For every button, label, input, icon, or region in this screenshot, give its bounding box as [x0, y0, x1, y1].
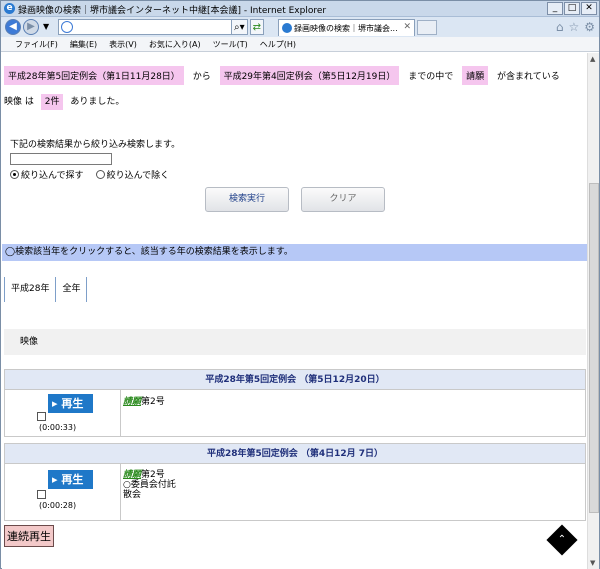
- maximize-button[interactable]: □: [564, 2, 580, 15]
- refine-exclude-option[interactable]: 絞り込んで除く: [95, 168, 170, 181]
- search-icon[interactable]: ⌕▾: [231, 19, 248, 35]
- menu-help[interactable]: ヘルプ(H): [260, 37, 296, 51]
- keyword-link[interactable]: 請願: [123, 470, 141, 480]
- play-button[interactable]: ▸ 再生: [48, 394, 93, 413]
- window-title: 録画映像の検索｜堺市議会インターネット中継[本会議] - Internet Ex…: [18, 6, 327, 16]
- execute-search-button[interactable]: 検索実行: [205, 187, 289, 212]
- refresh-icon[interactable]: ⇄: [249, 19, 265, 35]
- page-content: 平成28年第5回定例会（第1日11月28日） から 平成29年第4回定例会（第5…: [2, 53, 587, 569]
- address-row: ◀ ▶ ▼ ⌕▾ ⇄ 録画映像の検索｜堺市議会... ✕ ⌂ ☆ ⚙: [1, 17, 599, 37]
- tab-label: 録画映像の検索｜堺市議会...: [294, 24, 398, 33]
- to-meeting: 平成29年第4回定例会（第5日12月19日）: [219, 66, 400, 85]
- result-title: 平成28年第5回定例会 （第4日12月 7日）: [5, 444, 585, 464]
- refine-include-label: 絞り込んで探す: [21, 171, 84, 181]
- continuous-play-button[interactable]: 連続再生: [4, 525, 54, 547]
- tab-page-icon: [282, 23, 292, 33]
- from-meeting: 平成28年第5回定例会（第1日11月28日）: [4, 66, 184, 85]
- vertical-scrollbar[interactable]: ▲ ▼: [587, 53, 599, 569]
- found-text: ありました。: [70, 97, 125, 107]
- result-row: 平成28年第5回定例会 （第4日12月 7日） ▸ 再生 (0:00:28) 請…: [4, 443, 586, 521]
- result-detail: 請願第2号 ○委員会付託 散会: [123, 470, 176, 500]
- tab-close-icon[interactable]: ✕: [403, 22, 411, 32]
- back-icon[interactable]: ◀: [5, 19, 21, 35]
- new-tab-button[interactable]: [417, 20, 437, 35]
- browser-window: e 録画映像の検索｜堺市議会インターネット中継[本会議] - Internet …: [0, 0, 600, 569]
- year-tabs: 平成28年 全年: [4, 277, 88, 302]
- refine-label: 下記の検索結果から絞り込み検索します。: [10, 140, 181, 150]
- page-icon: [61, 21, 73, 33]
- tools-gear-icon[interactable]: ⚙: [584, 20, 595, 34]
- favorites-icon[interactable]: ☆: [568, 20, 579, 34]
- year-tab-all[interactable]: 全年: [55, 277, 88, 302]
- close-button[interactable]: ✕: [581, 2, 597, 15]
- radio-exclude[interactable]: [95, 170, 105, 179]
- menu-bar: ファイル(F) 編集(E) 表示(V) お気に入り(A) ツール(T) ヘルプ(…: [1, 37, 599, 52]
- title-bar: e 録画映像の検索｜堺市議会インターネット中継[本会議] - Internet …: [1, 1, 599, 17]
- result-title: 平成28年第5回定例会 （第5日12月20日）: [5, 370, 585, 390]
- duration: (0:00:33): [39, 423, 77, 432]
- home-icon[interactable]: ⌂: [556, 20, 564, 34]
- video-text: 映像 は: [4, 97, 34, 107]
- refine-search: 下記の検索結果から絞り込み検索します。 絞り込んで探す 絞り込んで除く: [10, 137, 180, 181]
- scroll-thumb[interactable]: [589, 183, 599, 513]
- search-summary-line1: 平成28年第5回定例会（第1日11月28日） から 平成29年第4回定例会（第5…: [4, 66, 560, 85]
- menu-tools[interactable]: ツール(T): [213, 37, 248, 51]
- scroll-up-icon[interactable]: ▲: [590, 55, 595, 63]
- menu-file[interactable]: ファイル(F): [15, 37, 58, 51]
- between-text: までの中で: [408, 72, 454, 82]
- radio-include[interactable]: [10, 170, 19, 179]
- refine-include-option[interactable]: 絞り込んで探す: [10, 168, 84, 181]
- menu-view[interactable]: 表示(V): [109, 37, 137, 51]
- result-row: 平成28年第5回定例会 （第5日12月20日） ▸ 再生 (0:00:33) 請…: [4, 369, 586, 437]
- year-tab-h28[interactable]: 平成28年: [4, 277, 55, 302]
- section-title: 映像: [4, 329, 586, 355]
- duration: (0:00:28): [39, 501, 77, 510]
- play-button[interactable]: ▸ 再生: [48, 470, 93, 489]
- refine-exclude-label: 絞り込んで除く: [106, 171, 170, 181]
- search-summary-line2: 映像 は 2件 ありました。: [4, 94, 125, 110]
- nav-dropdown-icon[interactable]: ▼: [43, 22, 49, 31]
- result-checkbox[interactable]: [37, 412, 46, 421]
- result-checkbox[interactable]: [37, 490, 46, 499]
- refine-input[interactable]: [10, 153, 112, 165]
- menu-edit[interactable]: 編集(E): [70, 37, 97, 51]
- search-keyword: 請願: [462, 66, 489, 85]
- scroll-top-button[interactable]: ⌃: [546, 524, 578, 556]
- forward-icon[interactable]: ▶: [23, 19, 39, 35]
- browser-tab[interactable]: 録画映像の検索｜堺市議会... ✕: [278, 19, 415, 36]
- minimize-button[interactable]: _: [547, 2, 563, 15]
- address-bar[interactable]: [58, 19, 244, 35]
- result-count: 2件: [40, 94, 64, 110]
- clear-button[interactable]: クリア: [301, 187, 385, 212]
- from-word: から: [192, 72, 211, 82]
- up-arrow-icon: ⌃: [557, 534, 567, 545]
- ie-logo-icon: e: [4, 3, 15, 14]
- keyword-link[interactable]: 請願: [123, 397, 141, 407]
- info-bar: ◯検索該当年をクリックすると、該当する年の検索結果を表示します。: [2, 244, 587, 261]
- menu-favorites[interactable]: お気に入り(A): [149, 37, 201, 51]
- scroll-down-icon[interactable]: ▼: [590, 559, 595, 567]
- contains-text: が含まれている: [497, 72, 560, 82]
- result-detail: 請願第2号: [123, 397, 165, 407]
